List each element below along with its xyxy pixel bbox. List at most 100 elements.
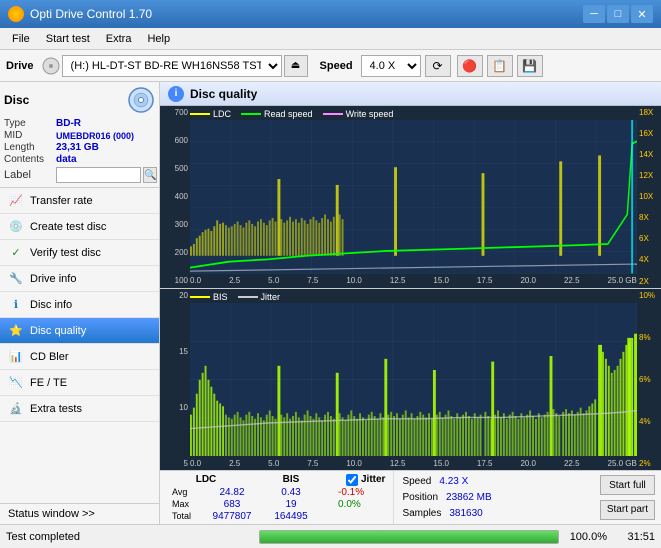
extra-tests-icon: 🔬: [8, 401, 24, 417]
nav-item-disc-info[interactable]: ℹ Disc info: [0, 292, 159, 318]
nav-label-transfer-rate: Transfer rate: [30, 195, 93, 207]
progress-bar-fill: [260, 531, 558, 543]
label-input[interactable]: [56, 167, 141, 183]
legend-jitter: Jitter: [238, 292, 281, 302]
avg-label: Avg: [172, 487, 196, 497]
total-ldc: 9477807: [204, 511, 260, 522]
disc-info-icon: ℹ: [8, 297, 24, 313]
nav-label-cd-bler: CD Bler: [30, 351, 69, 363]
contents-val: data: [56, 154, 77, 165]
verify-test-disc-icon: ✓: [8, 245, 24, 261]
start-part-button[interactable]: Start part: [600, 500, 655, 520]
sidebar: Disc Type BD-R MID UMEBDR016 (000) Leng: [0, 82, 160, 524]
nav-label-disc-quality: Disc quality: [30, 325, 86, 337]
create-test-disc-icon: 💿: [8, 219, 24, 235]
close-button[interactable]: ✕: [631, 5, 653, 23]
drive-disc-icon: [42, 57, 60, 75]
jitter-checkbox[interactable]: [346, 474, 358, 486]
disc-quality-header-icon: i: [168, 86, 184, 102]
status-window-link[interactable]: Status window >>: [0, 503, 159, 524]
speed-select[interactable]: 4.0 X: [361, 55, 421, 77]
max-jitter: 0.0%: [322, 499, 361, 510]
max-bis: 19: [268, 499, 314, 510]
label-search-button[interactable]: 🔍: [143, 167, 157, 183]
transfer-rate-icon: 📈: [8, 193, 24, 209]
lower-chart-legend: BIS Jitter: [190, 292, 280, 302]
drive-select[interactable]: (H:) HL-DT-ST BD-RE WH16NS58 TST4: [62, 55, 282, 77]
upper-chart-x-axis: 0.0 2.5 5.0 7.5 10.0 12.5 15.0 17.5 20.0…: [190, 274, 637, 288]
save-button[interactable]: 💾: [517, 55, 543, 77]
label-key: Label: [4, 169, 56, 181]
max-ldc: 683: [204, 499, 260, 510]
progress-bar-container: [259, 530, 559, 544]
lower-chart-x-axis: 0.0 2.5 5.0 7.5 10.0 12.5 15.0 17.5 20.0…: [190, 456, 637, 470]
content-area: i Disc quality LDC Read speed: [160, 82, 661, 524]
samples-label: Samples: [402, 508, 441, 519]
fe-te-icon: 📉: [8, 375, 24, 391]
speed-val: 4.23 X: [439, 476, 468, 487]
title-bar: Opti Drive Control 1.70 ─ □ ✕: [0, 0, 661, 28]
app-title: Opti Drive Control 1.70: [30, 7, 583, 21]
nav-item-verify-test-disc[interactable]: ✓ Verify test disc: [0, 240, 159, 266]
nav-items: 📈 Transfer rate 💿 Create test disc ✓ Ver…: [0, 188, 159, 503]
drive-toolbar: Drive (H:) HL-DT-ST BD-RE WH16NS58 TST4 …: [0, 50, 661, 82]
burn-button[interactable]: 🔴: [457, 55, 483, 77]
avg-bis: 0.43: [268, 487, 314, 498]
disc-panel-label: Disc: [4, 93, 127, 107]
start-full-button[interactable]: Start full: [600, 475, 655, 495]
status-window-label: Status window >>: [8, 508, 95, 520]
menu-extra[interactable]: Extra: [98, 31, 140, 47]
nav-item-create-test-disc[interactable]: 💿 Create test disc: [0, 214, 159, 240]
nav-item-transfer-rate[interactable]: 📈 Transfer rate: [0, 188, 159, 214]
jitter-header-label: Jitter: [361, 474, 385, 485]
ldc-header: LDC: [176, 474, 236, 486]
title-controls: ─ □ ✕: [583, 5, 653, 23]
nav-item-disc-quality[interactable]: ⭐ Disc quality: [0, 318, 159, 344]
cd-bler-icon: 📊: [8, 349, 24, 365]
mid-key: MID: [4, 130, 56, 141]
time-display: 31:51: [615, 531, 655, 543]
legend-write-speed: Write speed: [323, 109, 394, 119]
nav-item-extra-tests[interactable]: 🔬 Extra tests: [0, 396, 159, 422]
maximize-button[interactable]: □: [607, 5, 629, 23]
nav-item-fe-te[interactable]: 📉 FE / TE: [0, 370, 159, 396]
copy-button[interactable]: 📋: [487, 55, 513, 77]
minimize-button[interactable]: ─: [583, 5, 605, 23]
lower-chart: BIS Jitter 20 15 10 5 10%: [160, 289, 661, 471]
avg-jitter: -0.1%: [322, 487, 364, 498]
nav-label-fe-te: FE / TE: [30, 377, 67, 389]
app-icon: [8, 6, 24, 22]
bottom-bar: Test completed 100.0% 31:51: [0, 524, 661, 548]
main-layout: Disc Type BD-R MID UMEBDR016 (000) Leng: [0, 82, 661, 524]
disc-quality-title: Disc quality: [190, 87, 257, 101]
menu-start-test[interactable]: Start test: [38, 31, 98, 47]
length-key: Length: [4, 142, 56, 153]
upper-chart: LDC Read speed Write speed 700 600 50: [160, 106, 661, 289]
total-bis: 164495: [268, 511, 314, 522]
lower-chart-y-right: 10% 8% 6% 4% 2%: [637, 289, 661, 471]
stats-right-col: Speed 4.23 X Position 23862 MB Samples 3…: [394, 471, 593, 524]
refresh-button[interactable]: ⟳: [425, 55, 451, 77]
avg-ldc: 24.82: [204, 487, 260, 498]
upper-chart-legend: LDC Read speed Write speed: [190, 109, 393, 119]
eject-button[interactable]: ⏏: [284, 55, 308, 77]
position-label: Position: [402, 492, 438, 503]
disc-info-panel: Disc Type BD-R MID UMEBDR016 (000) Leng: [0, 82, 159, 188]
jitter-header-group: Jitter: [346, 474, 385, 486]
menu-help[interactable]: Help: [139, 31, 178, 47]
nav-label-create-test-disc: Create test disc: [30, 221, 106, 233]
nav-item-cd-bler[interactable]: 📊 CD Bler: [0, 344, 159, 370]
nav-label-disc-info: Disc info: [30, 299, 72, 311]
nav-label-verify-test-disc: Verify test disc: [30, 247, 101, 259]
position-val: 23862 MB: [446, 492, 492, 503]
upper-chart-svg: [190, 120, 637, 274]
contents-key: Contents: [4, 154, 56, 165]
start-buttons-group: Start full Start part: [594, 471, 661, 524]
nav-item-drive-info[interactable]: 🔧 Drive info: [0, 266, 159, 292]
samples-val: 381630: [449, 508, 482, 519]
speed-label: Speed: [402, 476, 431, 487]
type-val: BD-R: [56, 118, 81, 129]
disc-quality-icon: ⭐: [8, 323, 24, 339]
menu-file[interactable]: File: [4, 31, 38, 47]
menu-bar: File Start test Extra Help: [0, 28, 661, 50]
